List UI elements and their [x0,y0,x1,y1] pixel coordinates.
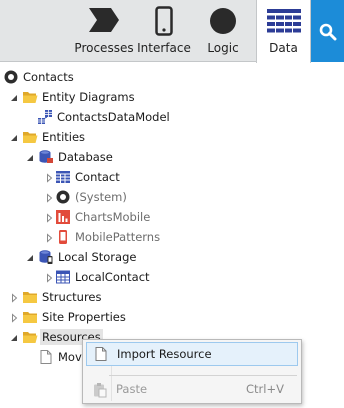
tree-label: Entities [42,130,86,144]
context-menu: Import Resource Paste Ctrl+V [82,339,302,404]
tree-label: MobilePatterns [75,230,161,244]
module-icon [55,189,71,205]
tree-item-entity-diagrams[interactable]: Entity Diagrams [10,87,135,107]
menu-item-import-resource[interactable]: Import Resource [86,342,298,366]
tree-label: Mov [58,350,82,364]
folder-open-icon [22,129,38,145]
search-button[interactable] [311,0,344,62]
tree-item-structures[interactable]: Structures [10,287,102,307]
tab-interface-label: Interface [137,41,191,55]
logic-circle-icon [208,6,238,39]
folder-icon [22,289,38,305]
collapsed-arrow-icon[interactable] [10,292,20,303]
processes-icon [87,6,121,37]
tree-item-local-contact[interactable]: LocalContact [45,267,150,287]
mobile-patterns-icon [55,229,71,245]
tree-item-mobile-patterns[interactable]: MobilePatterns [45,227,160,247]
menu-item-label: Paste [116,382,148,396]
tree-item-site-properties[interactable]: Site Properties [10,307,126,327]
collapsed-arrow-icon[interactable] [45,212,55,223]
tree-item-entities[interactable]: Entities [10,127,85,147]
charts-icon [55,209,71,225]
tree-item-charts-mobile[interactable]: ChartsMobile [45,207,150,227]
tree-item-local-storage[interactable]: Local Storage [26,247,136,267]
expanded-arrow-icon[interactable] [10,132,20,142]
menu-item-label: Import Resource [117,347,212,361]
tab-processes-label: Processes [74,41,134,55]
tab-data-label: Data [269,41,298,55]
menu-separator [109,375,297,376]
tree-item-database[interactable]: Database [26,147,113,167]
tree-label: (System) [75,190,127,204]
tree-label: Contact [75,170,120,184]
tree-label: LocalContact [75,270,150,284]
tree-label: ChartsMobile [75,210,151,224]
tab-logic-label: Logic [207,41,239,55]
local-entity-icon [55,269,71,285]
tree-item-resource-file[interactable]: Mov [38,347,82,367]
tree-item-system[interactable]: (System) [45,187,127,207]
menu-item-paste[interactable]: Paste Ctrl+V [86,378,298,402]
tree-label: Structures [42,290,102,304]
module-icon [3,69,19,85]
tree-item-contacts[interactable]: Contacts [3,67,74,87]
entity-table-icon [55,169,71,185]
file-icon [38,349,54,365]
collapsed-arrow-icon[interactable] [45,192,55,203]
folder-icon [22,309,38,325]
collapsed-arrow-icon[interactable] [45,172,55,183]
data-grid-icon [266,9,301,36]
folder-open-icon [22,89,38,105]
database-icon [38,149,54,165]
tree-label: Database [58,150,113,164]
expanded-arrow-icon[interactable] [26,252,36,262]
tree-label: Entity Diagrams [42,90,135,104]
entity-diagram-icon [37,109,53,125]
collapsed-arrow-icon[interactable] [45,272,55,283]
tree-label: Site Properties [42,310,126,324]
tree-item-contact[interactable]: Contact [45,167,120,187]
folder-open-icon [22,329,38,345]
collapsed-arrow-icon[interactable] [10,312,20,323]
menu-item-shortcut: Ctrl+V [246,382,284,396]
top-toolbar: Processes Interface Logic Data [0,0,344,63]
collapsed-arrow-icon[interactable] [45,232,55,243]
tree-item-contacts-data-model[interactable]: ContactsDataModel [37,107,170,127]
tab-interface[interactable]: Interface [136,0,192,62]
tab-logic[interactable]: Logic [192,0,254,62]
local-storage-icon [38,249,54,265]
expanded-arrow-icon[interactable] [10,332,20,342]
search-icon [319,23,337,44]
paste-icon [92,382,108,401]
mobile-device-icon [155,6,173,39]
tree-label: ContactsDataModel [57,110,170,124]
tree-label: Local Storage [58,250,137,264]
tab-processes[interactable]: Processes [72,0,136,62]
tab-data[interactable]: Data [256,0,311,63]
tree-label: Contacts [23,70,74,84]
expanded-arrow-icon[interactable] [10,92,20,102]
import-resource-icon [93,346,109,365]
expanded-arrow-icon[interactable] [26,152,36,162]
